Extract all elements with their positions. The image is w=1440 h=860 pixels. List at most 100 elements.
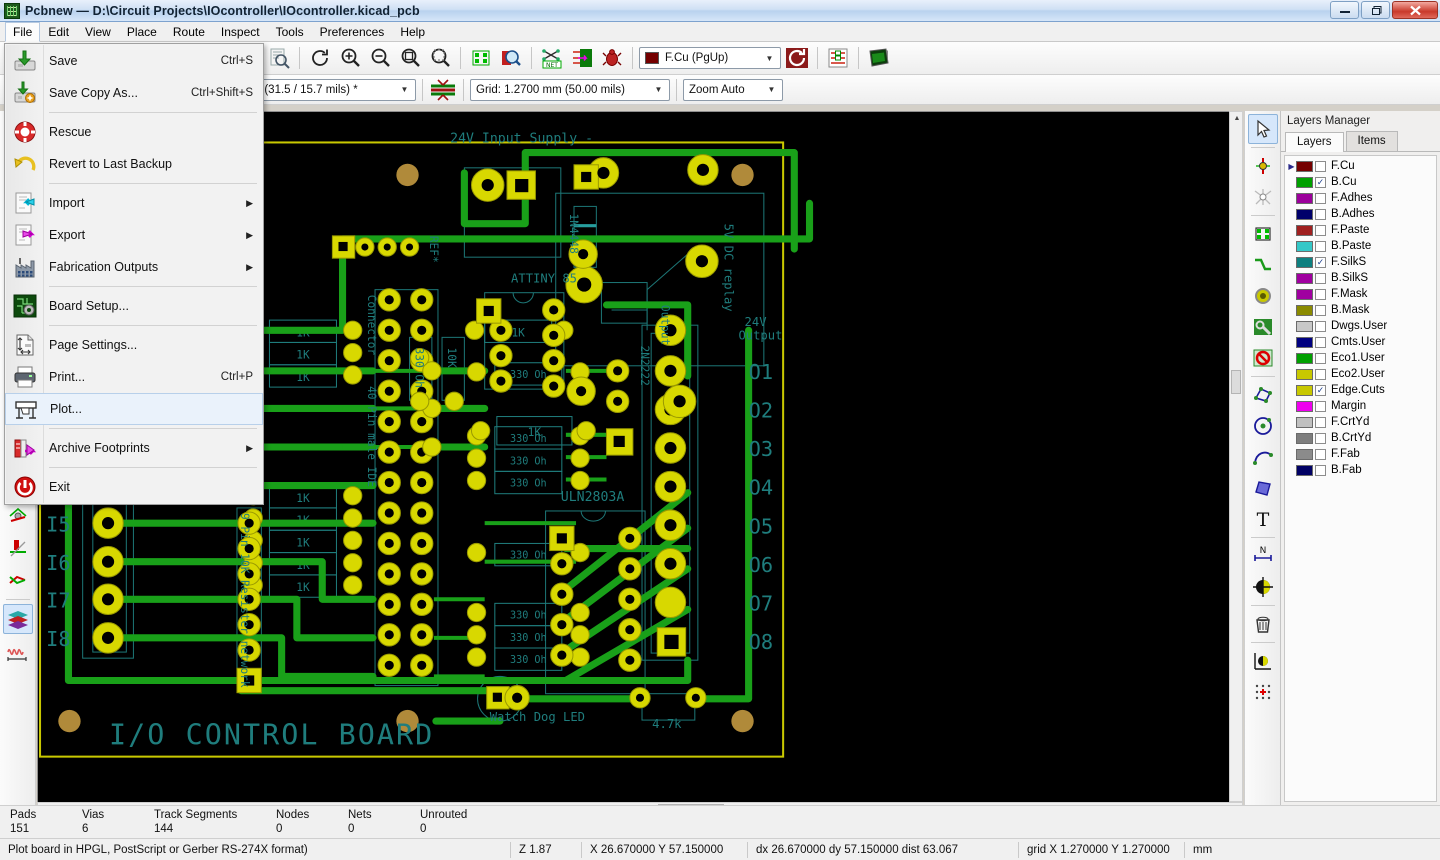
layer-row[interactable]: ✓Edge.Cuts	[1285, 382, 1436, 398]
file-menu-item-print[interactable]: Print...Ctrl+P	[5, 361, 263, 393]
canvas-vertical-scrollbar[interactable]: ▲	[1229, 111, 1243, 802]
delete-icon[interactable]	[1248, 609, 1278, 639]
zoom-select-combo[interactable]: Zoom Auto ▼	[683, 79, 783, 101]
layer-visibility-checkbox[interactable]	[1315, 241, 1326, 252]
layer-visibility-checkbox[interactable]: ✓	[1315, 177, 1326, 188]
file-menu-item-plot[interactable]: Plot...	[5, 393, 263, 425]
tab-layers[interactable]: Layers	[1285, 132, 1344, 152]
chevron-down-icon[interactable]: ▼	[396, 81, 413, 99]
layer-row[interactable]: F.CrtYd	[1285, 414, 1436, 430]
file-menu-dropdown[interactable]: SaveCtrl+SSave Copy As...Ctrl+Shift+S Res…	[4, 43, 264, 505]
layer-row[interactable]: F.Mask	[1285, 286, 1436, 302]
layer-color-swatch[interactable]	[1296, 225, 1313, 236]
set-grid-origin-icon[interactable]	[1248, 677, 1278, 707]
layer-row[interactable]: B.Mask	[1285, 302, 1436, 318]
draw-polygon-icon[interactable]	[1248, 473, 1278, 503]
layer-visibility-checkbox[interactable]: ✓	[1315, 385, 1326, 396]
layer-color-swatch[interactable]	[1296, 449, 1313, 460]
menu-tools[interactable]: Tools	[268, 22, 312, 42]
file-menu-item-save-copy-as[interactable]: Save Copy As...Ctrl+Shift+S	[5, 77, 263, 109]
file-menu-item-revert-to-last-backup[interactable]: Revert to Last Backup	[5, 148, 263, 180]
layer-color-swatch[interactable]	[1296, 193, 1313, 204]
local-ratsnest-icon[interactable]	[1248, 151, 1278, 181]
footprint-mode-icon[interactable]	[467, 45, 495, 72]
rotate-icon[interactable]	[783, 45, 811, 72]
file-menu-item-exit[interactable]: Exit	[5, 471, 263, 503]
layer-row[interactable]: B.CrtYd	[1285, 430, 1436, 446]
layer-color-swatch[interactable]	[1296, 401, 1313, 412]
file-menu-item-export[interactable]: Export▶	[5, 219, 263, 251]
netlist-icon[interactable]: NET	[538, 45, 566, 72]
maximize-button[interactable]	[1361, 1, 1390, 19]
scroll-up-icon[interactable]: ▲	[1230, 112, 1244, 124]
chevron-down-icon[interactable]: ▼	[761, 49, 778, 67]
highlight-net-icon[interactable]	[1248, 182, 1278, 212]
footprint-check-icon[interactable]	[497, 45, 525, 72]
zoom-in-icon[interactable]	[336, 45, 364, 72]
file-menu-item-page-settings[interactable]: Page Settings...	[5, 329, 263, 361]
file-menu-item-fabrication-outputs[interactable]: Fabrication Outputs▶	[5, 251, 263, 283]
layer-row[interactable]: Margin	[1285, 398, 1436, 414]
text-outline-icon[interactable]	[3, 533, 33, 563]
layer-color-swatch[interactable]	[1296, 321, 1313, 332]
add-zone-icon[interactable]	[1248, 312, 1278, 342]
chevron-down-icon[interactable]: ▼	[650, 81, 667, 99]
layer-row[interactable]: ▶F.Cu	[1285, 158, 1436, 174]
layer-row[interactable]: Eco1.User	[1285, 350, 1436, 366]
layer-color-swatch[interactable]	[1296, 209, 1313, 220]
menu-place[interactable]: Place	[119, 22, 165, 42]
route-track-icon[interactable]	[1248, 250, 1278, 280]
layer-row[interactable]: F.Adhes	[1285, 190, 1436, 206]
layer-visibility-checkbox[interactable]	[1315, 225, 1326, 236]
layer-visibility-checkbox[interactable]	[1315, 449, 1326, 460]
layer-visibility-checkbox[interactable]	[1315, 353, 1326, 364]
microwave-tools-icon[interactable]	[3, 636, 33, 666]
layer-row[interactable]: F.Fab	[1285, 446, 1436, 462]
layer-row[interactable]: B.Adhes	[1285, 206, 1436, 222]
drc-icon[interactable]	[598, 45, 626, 72]
refresh-icon[interactable]	[306, 45, 334, 72]
layer-visibility-checkbox[interactable]	[1315, 417, 1326, 428]
chevron-down-icon[interactable]: ▼	[763, 81, 780, 99]
layer-color-swatch[interactable]	[1296, 417, 1313, 428]
set-origin-icon[interactable]	[1248, 646, 1278, 676]
file-menu-item-rescue[interactable]: Rescue	[5, 116, 263, 148]
layer-row[interactable]: ✓B.Cu	[1285, 174, 1436, 190]
layer-color-swatch[interactable]	[1296, 177, 1313, 188]
print-preview-icon[interactable]	[265, 45, 293, 72]
layer-color-swatch[interactable]	[1296, 385, 1313, 396]
menu-route[interactable]: Route	[165, 22, 213, 42]
layer-select-combo[interactable]: F.Cu (PgUp) ▼	[639, 47, 781, 69]
menu-edit[interactable]: Edit	[40, 22, 77, 42]
add-via-icon[interactable]	[1248, 281, 1278, 311]
layer-color-swatch[interactable]	[1296, 433, 1313, 444]
layer-color-swatch[interactable]	[1296, 241, 1313, 252]
layer-visibility-checkbox[interactable]	[1315, 209, 1326, 220]
layer-color-swatch[interactable]	[1296, 465, 1313, 476]
update-pcb-icon[interactable]	[568, 45, 596, 72]
layer-row[interactable]: B.Fab	[1285, 462, 1436, 478]
add-text-icon[interactable]: T	[1248, 504, 1278, 534]
select-tool-icon[interactable]	[1248, 114, 1278, 144]
tab-items[interactable]: Items	[1346, 131, 1398, 151]
vertical-scroll-thumb[interactable]	[1231, 370, 1241, 394]
layer-visibility-checkbox[interactable]	[1315, 321, 1326, 332]
layer-visibility-checkbox[interactable]	[1315, 161, 1326, 172]
layer-color-swatch[interactable]	[1296, 161, 1313, 172]
minimize-button[interactable]	[1330, 1, 1359, 19]
layer-expand-caret[interactable]: ▶	[1287, 162, 1296, 171]
menu-inspect[interactable]: Inspect	[213, 22, 268, 42]
zoom-out-icon[interactable]	[366, 45, 394, 72]
layer-color-swatch[interactable]	[1296, 337, 1313, 348]
menu-file[interactable]: File	[5, 22, 40, 42]
layer-visibility-checkbox[interactable]	[1315, 465, 1326, 476]
layer-row[interactable]: B.Paste	[1285, 238, 1436, 254]
add-dimension-icon[interactable]: N	[1248, 541, 1278, 571]
footprint-outline-icon[interactable]	[3, 501, 33, 531]
zoom-fit-icon[interactable]	[396, 45, 424, 72]
grid-select-combo[interactable]: Grid: 1.2700 mm (50.00 mils) ▼	[470, 79, 670, 101]
layer-visibility-checkbox[interactable]	[1315, 401, 1326, 412]
layer-visibility-checkbox[interactable]	[1315, 337, 1326, 348]
file-menu-item-save[interactable]: SaveCtrl+S	[5, 45, 263, 77]
layer-row[interactable]: F.Paste	[1285, 222, 1436, 238]
